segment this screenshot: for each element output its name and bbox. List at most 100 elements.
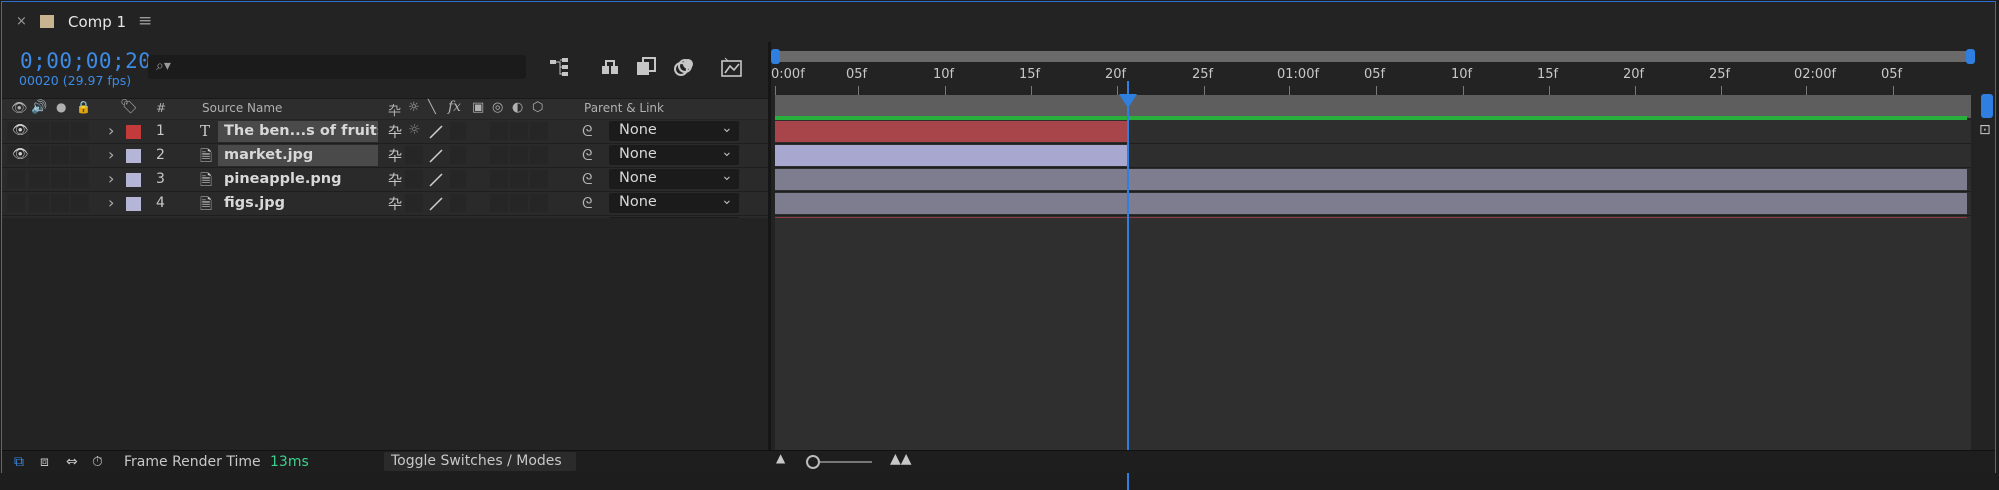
in-out-duration-icon[interactable]: ⇔: [66, 454, 78, 470]
motion-blur-switch[interactable]: [510, 122, 528, 140]
layer-duration-bar[interactable]: [775, 121, 1127, 142]
composition-flowchart-icon[interactable]: [548, 56, 572, 78]
effect-switch[interactable]: [450, 122, 466, 140]
layer-search-input[interactable]: ⌕▾: [148, 55, 526, 79]
lock-icon[interactable]: 🔒: [76, 100, 91, 114]
eye-icon[interactable]: 👁: [12, 123, 29, 138]
audio-switch[interactable]: [29, 146, 49, 164]
parent-dropdown[interactable]: None ⌄: [609, 120, 739, 141]
panel-menu-icon[interactable]: ≡: [138, 11, 152, 31]
solo-switch[interactable]: [51, 122, 69, 140]
label-color-swatch[interactable]: [126, 197, 141, 211]
adjustment-switch[interactable]: [530, 122, 548, 140]
close-tab-button[interactable]: ×: [16, 14, 27, 29]
draft-3d-icon[interactable]: [598, 56, 622, 78]
effect-switch[interactable]: [450, 146, 466, 164]
chevron-right-icon[interactable]: ›: [108, 193, 114, 212]
eye-icon[interactable]: 👁: [12, 147, 29, 162]
frame-blend-switch[interactable]: [490, 146, 508, 164]
frame-blend-switch-icon[interactable]: ▣: [472, 100, 484, 115]
video-switch[interactable]: [7, 194, 25, 212]
audio-switch[interactable]: [29, 170, 49, 188]
pick-whip-icon[interactable]: ᘓ: [582, 194, 593, 212]
3d-layer-icon[interactable]: ⬡: [532, 100, 543, 115]
collapse-switch[interactable]: [405, 146, 423, 164]
frame-blending-icon[interactable]: [634, 56, 658, 78]
adjustment-switch[interactable]: [530, 170, 548, 188]
lock-switch[interactable]: [71, 122, 89, 140]
continuous-raster-icon[interactable]: ☼: [408, 122, 421, 138]
layer-track[interactable]: [775, 120, 1971, 144]
time-navigator-bar[interactable]: [775, 51, 1971, 62]
effect-switch[interactable]: [450, 194, 466, 212]
solo-switch[interactable]: [51, 170, 69, 188]
frame-blend-switch[interactable]: [490, 170, 508, 188]
zoom-out-icon[interactable]: ▲: [776, 451, 785, 465]
shy-icon[interactable]: 卆: [388, 100, 401, 119]
collapse-transformations-icon[interactable]: ☼: [408, 100, 420, 115]
zoom-in-icon[interactable]: ▲▲: [890, 451, 912, 467]
label-color-swatch[interactable]: [126, 149, 141, 163]
audio-icon[interactable]: 🔊: [31, 100, 47, 115]
layer-name[interactable]: The ben...s of fruits: [218, 121, 378, 142]
layer-track[interactable]: [775, 144, 1971, 168]
lock-switch[interactable]: [71, 170, 89, 188]
collapse-switch[interactable]: [405, 194, 423, 212]
layer-number-header[interactable]: #: [156, 101, 166, 115]
frame-blend-switch[interactable]: [490, 122, 508, 140]
shy-switch-icon[interactable]: 卆: [388, 194, 402, 214]
layer-duration-bar[interactable]: [775, 169, 1967, 190]
quality-slash-icon[interactable]: [428, 173, 444, 187]
parent-dropdown[interactable]: None ⌄: [609, 192, 739, 213]
effects-fx-icon[interactable]: fx: [448, 99, 461, 115]
chevron-right-icon[interactable]: ›: [108, 169, 114, 188]
audio-switch[interactable]: [29, 194, 49, 212]
frame-blend-switch[interactable]: [490, 194, 508, 212]
motion-blur-icon[interactable]: [672, 56, 696, 78]
layer-row[interactable]: › 4 🗎 figs.jpg 卆 ᘓ None ⌄: [2, 192, 768, 216]
effect-switch[interactable]: [450, 170, 466, 188]
current-time-indicator-line[interactable]: [1127, 81, 1129, 490]
shy-switch-icon[interactable]: 卆: [388, 146, 402, 166]
lock-switch[interactable]: [71, 146, 89, 164]
collapse-switch[interactable]: [405, 170, 423, 188]
label-color-swatch[interactable]: [126, 125, 141, 139]
current-time-display[interactable]: 0;00;00;20: [20, 49, 151, 73]
chevron-right-icon[interactable]: ›: [108, 121, 114, 140]
quality-slash-icon[interactable]: [428, 125, 444, 139]
comp-marker-bin-icon[interactable]: ⊡: [1979, 122, 1991, 138]
graph-editor-icon[interactable]: [720, 56, 744, 78]
time-ruler[interactable]: 0:00f 05f 10f 15f 20f 25f 01:00f 05f 10f 15f 20f 25…: [771, 42, 1976, 98]
chevron-right-icon[interactable]: ›: [108, 145, 114, 164]
source-name-header[interactable]: Source Name: [202, 101, 282, 115]
layer-duration-bar[interactable]: [775, 145, 1127, 166]
layer-row[interactable]: › 3 🗎 pineapple.png 卆 ᘓ None ⌄: [2, 168, 768, 192]
layer-row[interactable]: 👁 › 1 T The ben...s of fruits 卆 ☼ ᘓ None…: [2, 120, 768, 144]
motion-blur-switch[interactable]: [510, 194, 528, 212]
layer-track[interactable]: [775, 192, 1971, 216]
layer-name[interactable]: pineapple.png: [218, 169, 378, 190]
solo-switch[interactable]: [51, 146, 69, 164]
pick-whip-icon[interactable]: ᘓ: [582, 146, 593, 164]
timeline-zoom-handle[interactable]: [1981, 94, 1993, 118]
motion-blur-switch[interactable]: [510, 170, 528, 188]
parent-dropdown[interactable]: None ⌄: [609, 144, 739, 165]
layer-name[interactable]: figs.jpg: [218, 193, 378, 214]
adjustment-layer-icon[interactable]: ◐: [512, 100, 523, 115]
solo-icon[interactable]: ●: [56, 100, 66, 114]
motion-blur-switch[interactable]: [510, 146, 528, 164]
video-switch[interactable]: [7, 170, 25, 188]
transfer-controls-icon[interactable]: ⧈: [40, 454, 49, 470]
time-navigator-start-handle[interactable]: [771, 49, 780, 64]
motion-blur-switch-icon[interactable]: ◎: [492, 100, 503, 115]
layer-duration-bar[interactable]: [775, 193, 1967, 214]
quality-slash-icon[interactable]: [428, 197, 444, 211]
quality-slash-icon[interactable]: [428, 149, 444, 163]
audio-switch[interactable]: [29, 122, 49, 140]
adjustment-switch[interactable]: [530, 194, 548, 212]
render-time-icon[interactable]: ⏱: [92, 454, 103, 470]
layer-row[interactable]: 👁 › 2 🗎 market.jpg 卆 ᘓ None ⌄: [2, 144, 768, 168]
layer-switches-icon[interactable]: ⧉: [14, 454, 24, 470]
lock-switch[interactable]: [71, 194, 89, 212]
layer-name[interactable]: market.jpg: [218, 145, 378, 166]
